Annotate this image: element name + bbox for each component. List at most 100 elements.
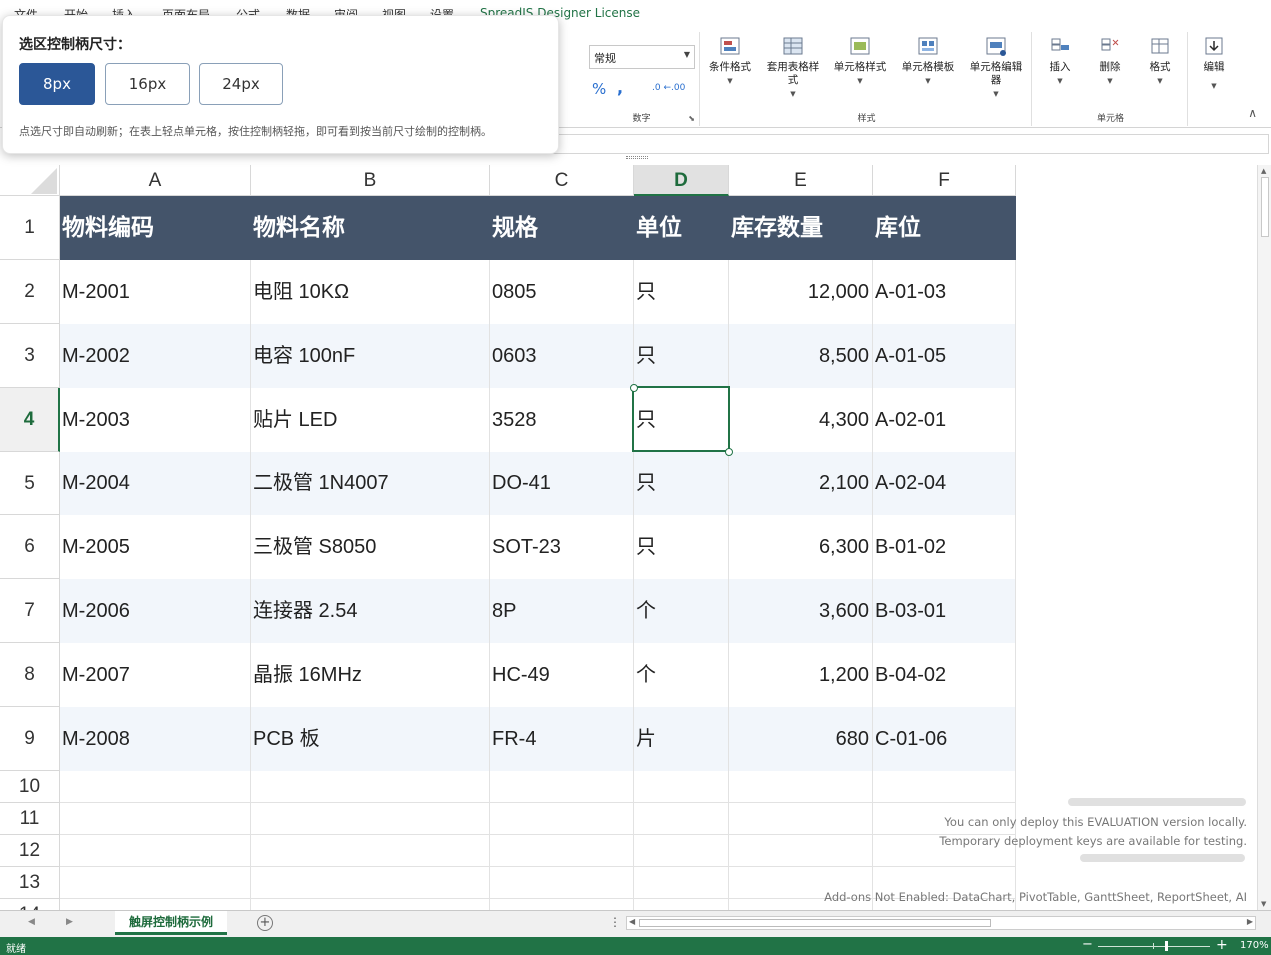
header-cell-location[interactable]: 库位 — [873, 196, 1016, 260]
cell-e11[interactable] — [729, 803, 873, 835]
row-header-9[interactable]: 9 — [0, 707, 60, 771]
horizontal-scrollbar[interactable]: ◀ ▶ — [626, 916, 1256, 930]
cell-c14[interactable] — [490, 899, 634, 910]
cell-stock-qty[interactable]: 1,200 — [729, 643, 873, 707]
format-button[interactable]: 格式 ▼ — [1140, 36, 1180, 88]
cell-material-code[interactable]: M-2007 — [60, 643, 251, 707]
cell-a14[interactable] — [60, 899, 251, 910]
cell-stock-qty[interactable]: 4,300 — [729, 388, 873, 452]
header-cell-material-name[interactable]: 物料名称 — [251, 196, 490, 260]
resize-grip-icon[interactable] — [626, 156, 648, 159]
cell-material-name[interactable]: PCB 板 — [251, 707, 490, 771]
scroll-up-icon[interactable]: ▲ — [1261, 167, 1266, 175]
cell-location[interactable]: A-02-01 — [873, 388, 1016, 452]
cell-material-code[interactable]: M-2006 — [60, 579, 251, 643]
insert-button[interactable]: 插入 ▼ — [1040, 36, 1080, 88]
zoom-in-icon[interactable]: + — [1216, 937, 1228, 953]
number-group-launcher-icon[interactable]: ⬊ — [688, 114, 695, 123]
comma-style-icon[interactable]: , — [617, 78, 623, 97]
cell-spec[interactable]: DO-41 — [490, 452, 634, 515]
row-header-3[interactable]: 3 — [0, 324, 60, 388]
cell-d14[interactable] — [634, 899, 729, 910]
row-header-7[interactable]: 7 — [0, 579, 60, 643]
cell-stock-qty[interactable]: 8,500 — [729, 324, 873, 388]
column-header-a[interactable]: A — [60, 165, 251, 196]
cell-material-code[interactable]: M-2003 — [60, 388, 251, 452]
cell-material-code[interactable]: M-2004 — [60, 452, 251, 515]
cell-spec[interactable]: SOT-23 — [490, 515, 634, 579]
cell-spec[interactable]: HC-49 — [490, 643, 634, 707]
tab-next-icon[interactable]: ▶ — [66, 917, 73, 927]
row-header-1[interactable]: 1 — [0, 196, 60, 260]
cell-d10[interactable] — [634, 771, 729, 803]
cell-b11[interactable] — [251, 803, 490, 835]
cell-location[interactable]: A-01-03 — [873, 260, 1016, 324]
cell-unit[interactable]: 只 — [634, 324, 729, 388]
cell-material-name[interactable]: 二极管 1N4007 — [251, 452, 490, 515]
select-all-corner[interactable] — [0, 165, 60, 196]
cell-location[interactable]: C-01-06 — [873, 707, 1016, 771]
column-header-d[interactable]: D — [634, 165, 729, 196]
collapse-ribbon-icon[interactable]: ∧ — [1248, 106, 1257, 120]
percent-style-icon[interactable]: % — [592, 80, 606, 98]
row-header-2[interactable]: 2 — [0, 260, 60, 324]
cell-location[interactable]: B-01-02 — [873, 515, 1016, 579]
cell-c12[interactable] — [490, 835, 634, 867]
cell-material-name[interactable]: 电阻 10KΩ — [251, 260, 490, 324]
cell-material-name[interactable]: 三极管 S8050 — [251, 515, 490, 579]
row-header-10[interactable]: 10 — [0, 771, 60, 803]
increase-decimal-icon[interactable]: .0 ←.00 — [652, 83, 685, 93]
tab-split-icon[interactable]: ⋮ — [609, 915, 621, 929]
cell-unit[interactable]: 个 — [634, 579, 729, 643]
row-header-6[interactable]: 6 — [0, 515, 60, 579]
zoom-slider-track[interactable] — [1098, 946, 1210, 947]
cell-b10[interactable] — [251, 771, 490, 803]
cell-stock-qty[interactable]: 6,300 — [729, 515, 873, 579]
delete-button[interactable]: 删除 ▼ — [1090, 36, 1130, 88]
cell-d13[interactable] — [634, 867, 729, 899]
cell-material-code[interactable]: M-2005 — [60, 515, 251, 579]
cell-spec[interactable]: 0805 — [490, 260, 634, 324]
size-8px-button[interactable]: 8px — [19, 63, 95, 105]
sheet-tab-touch-handle[interactable]: 触屏控制柄示例 — [115, 911, 227, 935]
cell-unit[interactable]: 只 — [634, 515, 729, 579]
cell-a12[interactable] — [60, 835, 251, 867]
scroll-down-icon[interactable]: ▼ — [1261, 900, 1266, 908]
cell-stock-qty[interactable]: 2,100 — [729, 452, 873, 515]
row-header-8[interactable]: 8 — [0, 643, 60, 707]
cell-material-code[interactable]: M-2002 — [60, 324, 251, 388]
cell-b12[interactable] — [251, 835, 490, 867]
cell-d12[interactable] — [634, 835, 729, 867]
cell-unit[interactable]: 只 — [634, 260, 729, 324]
scroll-right-icon[interactable]: ▶ — [1247, 917, 1253, 926]
row-header-11[interactable]: 11 — [0, 803, 60, 835]
horizontal-scroll-thumb[interactable] — [639, 919, 991, 927]
cell-a11[interactable] — [60, 803, 251, 835]
cell-spec[interactable]: FR-4 — [490, 707, 634, 771]
cell-style-button[interactable]: 单元格样式 ▼ — [830, 36, 890, 88]
cell-editor-button[interactable]: 单元格编辑器 ▼ — [966, 36, 1026, 101]
header-cell-stock-qty[interactable]: 库存数量 — [729, 196, 873, 260]
cell-template-button[interactable]: 单元格模板 ▼ — [898, 36, 958, 88]
cell-stock-qty[interactable]: 680 — [729, 707, 873, 771]
cell-location[interactable]: B-04-02 — [873, 643, 1016, 707]
cell-unit[interactable]: 个 — [634, 643, 729, 707]
table-style-button[interactable]: 套用表格样式 ▼ — [762, 36, 824, 101]
cell-spec[interactable]: 0603 — [490, 324, 634, 388]
cell-a10[interactable] — [60, 771, 251, 803]
cell-unit[interactable]: 片 — [634, 707, 729, 771]
row-header-12[interactable]: 12 — [0, 835, 60, 867]
header-cell-material-code[interactable]: 物料编码 — [60, 196, 251, 260]
zoom-level[interactable]: 170% — [1240, 940, 1269, 951]
row-header-14[interactable]: 14 — [0, 899, 60, 910]
add-sheet-icon[interactable]: + — [257, 915, 273, 931]
row-header-4[interactable]: 4 — [0, 388, 60, 452]
cell-unit[interactable]: 只 — [634, 452, 729, 515]
row-header-13[interactable]: 13 — [0, 867, 60, 899]
cell-material-code[interactable]: M-2008 — [60, 707, 251, 771]
cell-stock-qty[interactable]: 12,000 — [729, 260, 873, 324]
row-header-5[interactable]: 5 — [0, 452, 60, 515]
cell-material-code[interactable]: M-2001 — [60, 260, 251, 324]
selection-handle-bottom-right[interactable] — [725, 448, 733, 456]
cell-c13[interactable] — [490, 867, 634, 899]
